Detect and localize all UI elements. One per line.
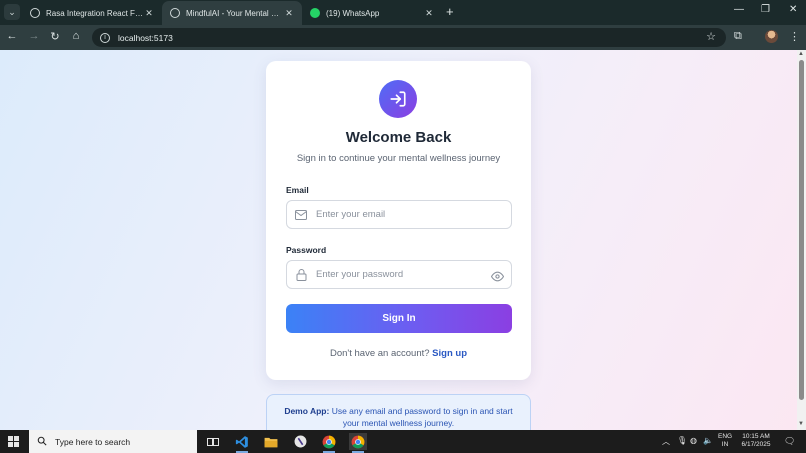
new-tab-button[interactable]: +: [446, 4, 454, 19]
language-indicator[interactable]: ENG IN: [718, 433, 732, 449]
windows-start-icon[interactable]: [8, 436, 19, 447]
clock-time: 10:15 AM: [742, 433, 770, 440]
windows-taskbar: Type here to search ︿ 🎙 ◍ 🔈 ENG IN 10:15…: [0, 430, 806, 453]
search-icon: [37, 433, 47, 451]
signup-prompt: Don't have an account? Sign up: [266, 348, 531, 359]
forward-arrow-icon[interactable]: →: [27, 30, 41, 42]
login-icon: [379, 80, 417, 118]
chevron-up-icon[interactable]: ︿: [662, 436, 670, 447]
scroll-down-icon[interactable]: ▼: [798, 421, 804, 427]
scrollbar-thumb[interactable]: [799, 60, 804, 400]
demo-label: Demo App:: [284, 406, 330, 416]
close-icon[interactable]: ✕: [144, 8, 154, 19]
chrome-icon[interactable]: [320, 433, 338, 453]
sign-up-link[interactable]: Sign up: [432, 348, 467, 359]
region-code: IN: [721, 441, 729, 448]
vscode-icon[interactable]: [233, 433, 251, 453]
browser-tab-mindfulai[interactable]: MindfulAI - Your Mental Health Companion…: [162, 1, 302, 25]
extensions-icon[interactable]: ⧉: [734, 30, 742, 43]
demo-notice: Demo App: Use any email and password to …: [266, 394, 531, 430]
volume-icon[interactable]: 🔈: [703, 436, 713, 445]
password-input[interactable]: [316, 269, 486, 280]
taskbar-search-placeholder: Type here to search: [55, 436, 131, 447]
password-field-wrapper: [286, 260, 512, 289]
whatsapp-icon: [310, 8, 320, 18]
site-info-icon[interactable]: i: [100, 32, 110, 43]
app-icon[interactable]: [291, 433, 309, 450]
email-field-wrapper: [286, 200, 512, 229]
browser-tab-rasa[interactable]: Rasa Integration React Flask ✕: [22, 1, 162, 25]
demo-text: Use any email and password to sign in an…: [331, 406, 513, 428]
tab-title: (19) WhatsApp: [326, 8, 380, 18]
clock-date: 6/17/2025: [741, 441, 771, 448]
page-subtitle: Sign in to continue your mental wellness…: [296, 153, 501, 164]
tab-title: MindfulAI - Your Mental Health Companion: [186, 8, 284, 18]
tab-title: Rasa Integration React Flask: [46, 8, 144, 18]
language-code: ENG: [718, 433, 733, 440]
browser-toolbar: ← → ↻ ⌂ i localhost:5173 ☆ ⧉ ⋮: [0, 25, 806, 50]
eye-icon[interactable]: [490, 269, 505, 287]
home-icon[interactable]: ⌂: [69, 30, 83, 42]
signup-prompt-text: Don't have an account?: [330, 348, 430, 359]
scroll-up-icon[interactable]: ▲: [798, 51, 804, 57]
reload-icon[interactable]: ↻: [48, 30, 62, 43]
window-close-icon[interactable]: ✕: [789, 4, 797, 15]
close-icon[interactable]: ✕: [284, 8, 294, 19]
system-clock[interactable]: 10:15 AM 6/17/2025: [738, 433, 774, 449]
close-icon[interactable]: ✕: [424, 8, 434, 19]
profile-avatar[interactable]: [765, 30, 778, 43]
chrome-window-icon[interactable]: [349, 433, 367, 453]
kebab-menu-icon[interactable]: ⋮: [789, 30, 800, 43]
network-icon[interactable]: ◍: [690, 436, 697, 445]
taskbar-search[interactable]: Type here to search: [29, 430, 197, 453]
restore-icon[interactable]: ❐: [761, 4, 770, 15]
globe-icon: [170, 8, 180, 18]
mail-icon: [294, 209, 308, 220]
file-explorer-icon[interactable]: [262, 433, 280, 450]
back-arrow-icon[interactable]: ←: [5, 30, 19, 42]
email-input[interactable]: [316, 209, 486, 220]
sign-in-button[interactable]: Sign In: [286, 304, 512, 333]
url-text: localhost:5173: [118, 32, 173, 43]
email-label: Email: [286, 185, 309, 195]
tab-list-button[interactable]: ⌄: [4, 4, 20, 20]
login-card: Welcome Back Sign in to continue your me…: [266, 61, 531, 380]
page-scrollbar[interactable]: ▲ ▼: [797, 50, 806, 430]
star-icon[interactable]: ☆: [706, 30, 716, 43]
password-label: Password: [286, 245, 327, 255]
microphone-icon[interactable]: 🎙: [677, 436, 687, 445]
browser-tab-whatsapp[interactable]: (19) WhatsApp ✕: [302, 1, 442, 25]
page-viewport: Welcome Back Sign in to continue your me…: [0, 50, 797, 430]
minimize-icon[interactable]: —: [734, 4, 744, 15]
globe-icon: [30, 8, 40, 18]
page-title: Welcome Back: [345, 129, 452, 146]
notification-icon[interactable]: 🗨: [784, 436, 795, 447]
address-bar[interactable]: i localhost:5173 ☆: [92, 28, 726, 47]
browser-tab-strip: ⌄ Rasa Integration React Flask ✕ Mindful…: [0, 0, 806, 25]
task-view-icon[interactable]: [204, 433, 222, 450]
lock-icon: [294, 268, 308, 281]
